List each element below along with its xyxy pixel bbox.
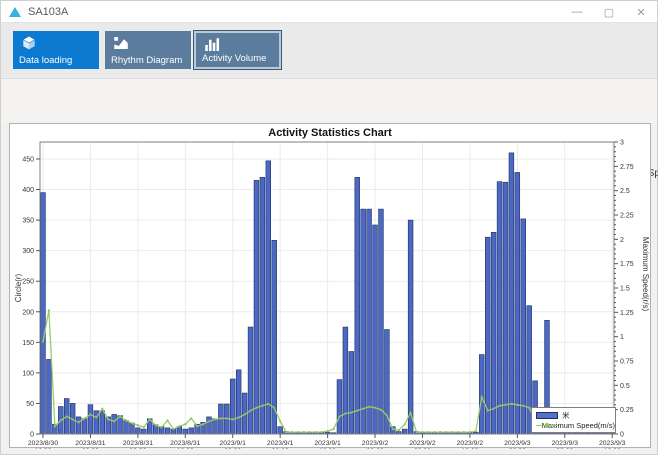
svg-text:08:00: 08:00: [129, 448, 146, 449]
svg-text:3: 3: [620, 140, 624, 147]
svg-text:16:00: 16:00: [177, 448, 194, 449]
svg-text:00:00: 00:00: [509, 448, 526, 449]
svg-text:1: 1: [620, 334, 624, 341]
legend-item-bars: 米: [536, 410, 615, 420]
close-button[interactable]: ✕: [625, 1, 657, 23]
y-axis-left-title: Circle(r): [14, 273, 23, 302]
svg-text:0: 0: [30, 432, 34, 439]
svg-text:00:00: 00:00: [224, 448, 241, 449]
svg-text:2: 2: [620, 237, 624, 244]
svg-text:2023/9/3: 2023/9/3: [599, 440, 626, 447]
svg-text:2023/9/2: 2023/9/2: [409, 440, 436, 447]
svg-text:2.5: 2.5: [620, 188, 630, 195]
activity-volume-label: Activity Volume: [202, 53, 266, 64]
data-loading-button[interactable]: Data loading: [13, 31, 99, 69]
svg-text:2.25: 2.25: [620, 213, 634, 220]
window-controls: — ▢ ✕: [561, 1, 657, 23]
svg-text:08:00: 08:00: [556, 448, 573, 449]
svg-text:2023/9/1: 2023/9/1: [219, 440, 246, 447]
svg-text:08:00: 08:00: [414, 448, 431, 449]
svg-text:2023/9/3: 2023/9/3: [504, 440, 531, 447]
activity-statistics-chart: 0 50 100 150 200 250 300 350 400 450 0 0.25 0.5 0.75 1…: [10, 124, 652, 449]
svg-text:2023/8/31: 2023/8/31: [170, 440, 200, 447]
svg-text:0.5: 0.5: [620, 383, 630, 390]
chart-legend: 米 Maximum Speed(m/s): [531, 407, 616, 433]
svg-text:0: 0: [620, 432, 624, 439]
y-axis-right-title: Maximum Speed(r/s): [641, 237, 650, 312]
svg-text:2.75: 2.75: [620, 164, 634, 171]
minimize-button[interactable]: —: [561, 1, 593, 23]
legend-line-swatch: [536, 422, 538, 429]
svg-text:16:00: 16:00: [461, 448, 478, 449]
maximize-button[interactable]: ▢: [593, 1, 625, 23]
app-window: SA103A — ▢ ✕ Data loading Rhythm Diagram: [0, 0, 658, 455]
svg-text:00:00: 00:00: [82, 448, 99, 449]
data-loading-label: Data loading: [19, 55, 72, 66]
chart-controls-row: Lane: 1 ▲ ▼ Bar Chart Color: ... Line Ch…: [1, 79, 657, 123]
svg-text:200: 200: [22, 309, 34, 316]
svg-text:450: 450: [22, 157, 34, 164]
app-logo-icon: [9, 7, 21, 17]
svg-text:150: 150: [22, 340, 34, 347]
svg-text:300: 300: [22, 248, 34, 255]
activity-volume-button-selected[interactable]: Activity Volume: [193, 30, 282, 70]
svg-text:2023/9/1: 2023/9/1: [314, 440, 341, 447]
svg-text:1.25: 1.25: [620, 310, 634, 317]
window-title: SA103A: [28, 6, 68, 18]
svg-text:2023/8/31: 2023/8/31: [123, 440, 153, 447]
svg-text:50: 50: [26, 401, 34, 408]
svg-text:2023/9/3: 2023/9/3: [552, 440, 579, 447]
svg-text:0.75: 0.75: [620, 359, 634, 366]
svg-text:0.25: 0.25: [620, 407, 634, 414]
bar-chart-icon: [203, 36, 221, 54]
svg-text:250: 250: [22, 279, 34, 286]
svg-text:08:00: 08:00: [272, 448, 289, 449]
svg-text:2023/9/2: 2023/9/2: [457, 440, 484, 447]
svg-text:2023/8/30: 2023/8/30: [28, 440, 58, 447]
area-chart-icon: [112, 34, 130, 52]
legend-bar-swatch: [536, 412, 558, 419]
legend-bar-label: 米: [562, 410, 570, 421]
toolbar: Data loading Rhythm Diagram Activity Vol…: [1, 23, 657, 79]
cube-icon: [20, 34, 38, 52]
svg-text:00:00: 00:00: [367, 448, 384, 449]
svg-text:2023/9/1: 2023/9/1: [267, 440, 294, 447]
svg-text:2023/8/31: 2023/8/31: [75, 440, 105, 447]
svg-text:1.75: 1.75: [620, 261, 634, 268]
title-bar: SA103A — ▢ ✕: [1, 1, 657, 23]
rhythm-diagram-label: Rhythm Diagram: [111, 55, 182, 66]
chart-panel: Activity Statistics Chart 05010015020025…: [9, 123, 651, 448]
svg-text:350: 350: [22, 218, 34, 225]
svg-text:100: 100: [22, 370, 34, 377]
svg-text:16:00: 16:00: [34, 448, 51, 449]
legend-item-line: Maximum Speed(m/s): [536, 420, 615, 430]
svg-text:16:00: 16:00: [604, 448, 621, 449]
svg-text:2023/9/2: 2023/9/2: [362, 440, 389, 447]
svg-text:16:00: 16:00: [319, 448, 336, 449]
svg-text:400: 400: [22, 187, 34, 194]
rhythm-diagram-button[interactable]: Rhythm Diagram: [105, 31, 191, 69]
svg-text:1.5: 1.5: [620, 286, 630, 293]
